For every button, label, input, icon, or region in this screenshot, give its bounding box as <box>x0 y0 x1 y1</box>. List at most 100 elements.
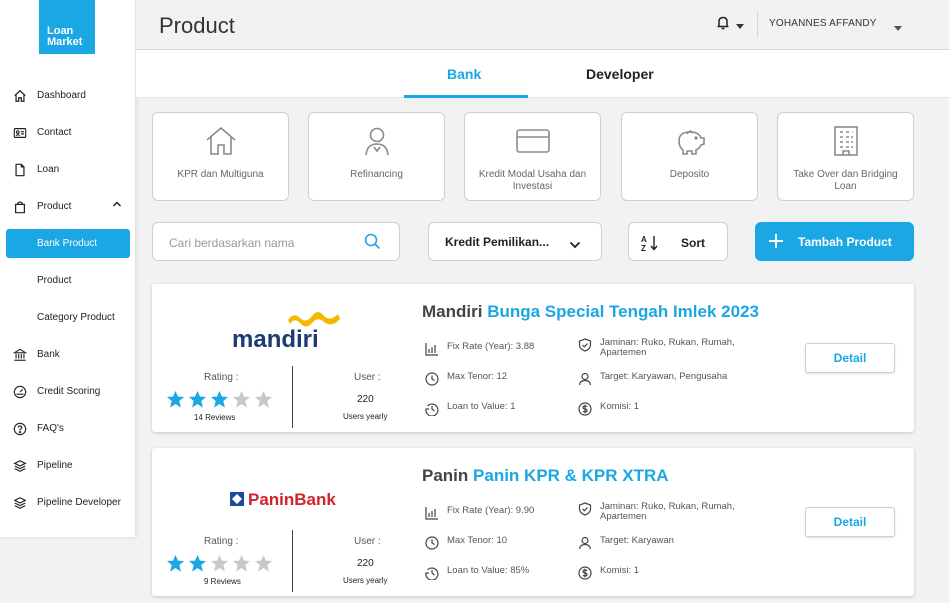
sidebar-item-label: Dashboard <box>37 90 86 101</box>
user-menu[interactable]: YOHANNES AFFANDY <box>769 18 877 29</box>
attr-fix-rate: Fix Rate (Year): 3.88 <box>425 342 534 356</box>
attr-komisi: Komisi: 1 <box>578 566 639 580</box>
gauge-icon <box>12 384 27 399</box>
category-label: Deposito <box>669 169 710 180</box>
top-header: Product YOHANNES AFFANDY <box>136 0 949 50</box>
notification-button[interactable] <box>710 12 758 38</box>
sidebar-item-credit-scoring[interactable]: Credit Scoring <box>0 373 136 410</box>
loan-market-logo[interactable]: Loan Market <box>39 0 95 54</box>
category-label: KPR dan Multiguna <box>177 169 264 180</box>
search-input[interactable]: Cari berdasarkan nama <box>152 222 400 261</box>
star-filled-icon <box>166 554 185 572</box>
logo-line-2: Market <box>47 36 83 48</box>
attr-max-tenor: Max Tenor: 10 <box>425 536 507 550</box>
attr-jaminan: Jaminan: Ruko, Rukan, Rumah, Apartemen <box>578 338 768 358</box>
product-card: PaninBank Rating : 9 Reviews User : 220 … <box>152 448 914 596</box>
tabs-bar: Bank Developer <box>136 50 949 98</box>
chevron-up-icon[interactable] <box>112 200 122 211</box>
sidebar: Loan Market Dashboard Contact Loan Produ… <box>0 0 136 537</box>
dollar-icon <box>578 566 592 580</box>
clock-icon <box>425 536 439 550</box>
sidebar-item-pipeline[interactable]: Pipeline <box>0 447 136 484</box>
product-title: Mandiri Bunga Special Tengah Imlek 2023 <box>422 302 759 322</box>
panin-logo-graphic: PaninBank <box>230 490 336 509</box>
users-yearly-label: Users yearly <box>343 412 388 421</box>
logo-wordmark: mandiri <box>232 326 319 353</box>
product-title: Panin Panin KPR & KPR XTRA <box>422 466 669 486</box>
star-empty-icon <box>254 390 273 408</box>
add-product-button[interactable]: Tambah Product <box>755 222 914 261</box>
sidebar-item-contact[interactable]: Contact <box>0 114 136 151</box>
sidebar-item-label: FAQ's <box>37 423 64 434</box>
sidebar-item-bank-product[interactable]: Bank Product <box>6 229 130 258</box>
card-icon <box>515 125 551 157</box>
sidebar-item-product-sub[interactable]: Product <box>0 262 136 299</box>
star-filled-icon <box>166 390 185 408</box>
logo-wordmark: PaninBank <box>248 490 336 509</box>
sidebar-item-pipeline-developer[interactable]: Pipeline Developer <box>0 484 136 521</box>
attr-text: Komisi: 1 <box>600 565 640 576</box>
star-filled-icon <box>210 390 229 408</box>
attr-text: Loan to Value: 85% <box>447 565 530 576</box>
sidebar-item-category-product[interactable]: Category Product <box>0 299 136 336</box>
bell-icon <box>716 15 730 36</box>
detail-button[interactable]: Detail <box>805 507 895 537</box>
sidebar-item-bank[interactable]: Bank <box>0 336 136 373</box>
shield-check-icon <box>578 502 592 516</box>
add-product-label: Tambah Product <box>798 235 892 249</box>
bar-chart-icon <box>425 342 439 356</box>
page-title: Product <box>159 13 235 38</box>
contact-card-icon <box>12 125 27 140</box>
sidebar-item-label: Pipeline <box>37 460 73 471</box>
star-empty-icon <box>232 390 251 408</box>
search-icon[interactable] <box>364 233 381 255</box>
svg-text:A: A <box>641 235 647 244</box>
star-filled-icon <box>188 390 207 408</box>
sidebar-item-label: Pipeline Developer <box>37 497 121 508</box>
tab-developer[interactable]: Developer <box>586 66 654 82</box>
attr-max-tenor: Max Tenor: 12 <box>425 372 507 386</box>
attr-ltv: Loan to Value: 85% <box>425 565 530 581</box>
attr-text: Komisi: 1 <box>600 401 640 412</box>
mandiri-logo: mandiri <box>228 292 356 358</box>
category-card-kredit-modal[interactable]: Kredit Modal Usaha dan Investasi <box>464 112 601 201</box>
sidebar-item-loan[interactable]: Loan <box>0 151 136 188</box>
product-name: Panin KPR & KPR XTRA <box>473 466 669 485</box>
bag-icon <box>12 199 27 214</box>
caret-down-icon[interactable] <box>894 18 902 36</box>
svg-text:Z: Z <box>641 244 646 252</box>
layers-icon <box>12 458 27 473</box>
attr-text: Loan to Value: 1 <box>447 401 516 412</box>
loan-type-dropdown[interactable]: Kredit Pemilikan... <box>428 222 602 261</box>
category-card-refinancing[interactable]: Refinancing <box>308 112 445 201</box>
help-icon <box>12 421 27 436</box>
sidebar-item-label: Bank Product <box>37 238 98 249</box>
sidebar-item-label: Credit Scoring <box>37 386 101 397</box>
house-icon <box>203 125 239 157</box>
attr-text: Jaminan: Ruko, Rukan, Rumah, Apartemen <box>600 337 735 358</box>
sidebar-item-faqs[interactable]: FAQ's <box>0 410 136 447</box>
star-empty-icon <box>254 554 273 572</box>
product-card: mandiri Rating : 14 Reviews User : 220 U… <box>152 284 914 432</box>
sidebar-item-label: Bank <box>37 349 60 360</box>
sidebar-item-label: Category Product <box>37 312 115 323</box>
sidebar-item-dashboard[interactable]: Dashboard <box>0 77 136 114</box>
tab-bank[interactable]: Bank <box>447 66 481 82</box>
user-count: 220 <box>357 558 374 569</box>
divider <box>292 366 293 428</box>
category-card-kpr[interactable]: KPR dan Multiguna <box>152 112 289 201</box>
sidebar-item-product[interactable]: Product <box>0 188 136 225</box>
active-tab-indicator <box>404 95 528 98</box>
detail-button[interactable]: Detail <box>805 343 895 373</box>
attr-target: Target: Karyawan, Pengusaha <box>578 372 727 386</box>
category-label: Kredit Modal Usaha dan Investasi <box>478 169 587 192</box>
user-icon <box>578 372 592 386</box>
divider <box>292 530 293 592</box>
shield-check-icon <box>578 338 592 352</box>
category-card-deposito[interactable]: Deposito <box>621 112 758 201</box>
sort-button[interactable]: AZ Sort <box>628 222 728 261</box>
plus-icon <box>767 232 785 255</box>
category-card-take-over[interactable]: Take Over dan Bridging Loan <box>777 112 914 201</box>
category-label: Take Over dan Bridging Loan <box>793 169 898 192</box>
panin-logo: PaninBank <box>228 456 356 522</box>
